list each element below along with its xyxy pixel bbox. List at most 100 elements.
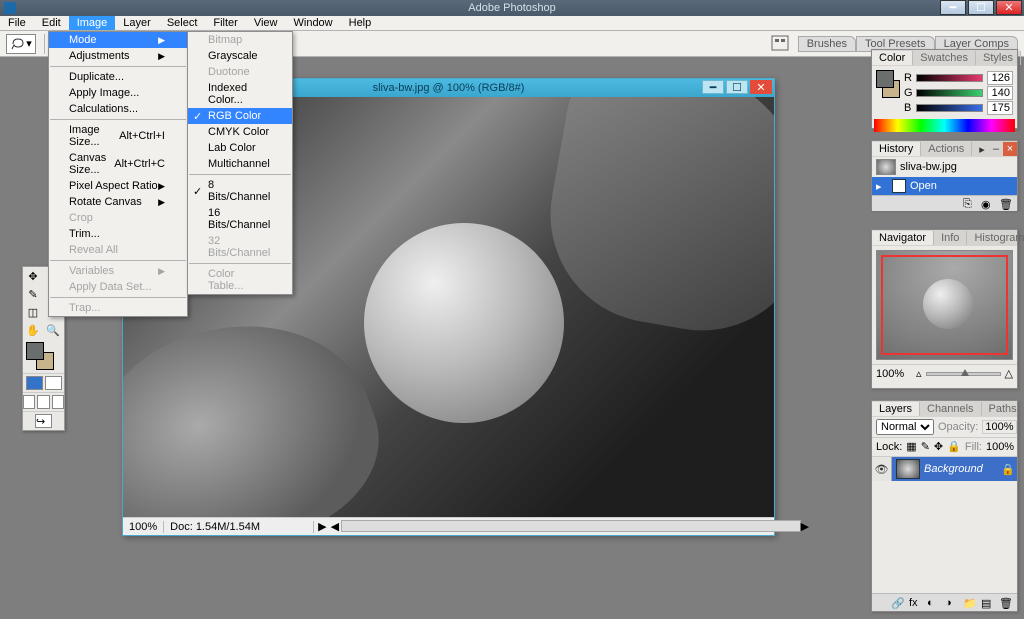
visibility-toggle[interactable]: 👁	[872, 457, 892, 481]
menu-item-rotate-canvas[interactable]: Rotate Canvas▶	[49, 194, 187, 210]
color-swatches[interactable]	[26, 342, 61, 370]
restore-button[interactable]: ☐	[968, 0, 994, 15]
b-value[interactable]: 175	[987, 101, 1013, 115]
minimize-button[interactable]: ━	[940, 0, 966, 15]
menu-item-adjustments[interactable]: Adjustments▶	[49, 48, 187, 64]
fg-swatch[interactable]	[876, 70, 894, 88]
zoom-tool[interactable]: 🔍	[43, 321, 63, 339]
r-slider[interactable]	[916, 74, 983, 82]
zoom-field[interactable]: 100%	[123, 521, 164, 533]
menu-item-canvas-size[interactable]: Canvas Size...Alt+Ctrl+C	[49, 150, 187, 178]
menu-image[interactable]: Image	[69, 16, 116, 30]
menu-item-pixel-aspect-ratio[interactable]: Pixel Aspect Ratio▶	[49, 178, 187, 194]
menu-item-calculations[interactable]: Calculations...	[49, 101, 187, 117]
layer-style-button[interactable]: fx	[909, 597, 923, 609]
tab-swatches[interactable]: Swatches	[913, 51, 976, 65]
quickmask-mode-button[interactable]	[45, 376, 62, 390]
menu-file[interactable]: File	[0, 16, 34, 30]
new-doc-from-state-button[interactable]: ⎘	[963, 198, 977, 210]
navigator-preview[interactable]	[876, 250, 1013, 360]
menu-layer[interactable]: Layer	[115, 16, 159, 30]
tab-info[interactable]: Info	[934, 231, 967, 245]
doc-close-button[interactable]: ✕	[750, 80, 772, 94]
menu-item-grayscale[interactable]: Grayscale	[188, 48, 292, 64]
new-layer-button[interactable]: ▤	[981, 597, 995, 609]
horizontal-scrollbar[interactable]: ◀▶	[331, 520, 809, 533]
tab-color[interactable]: Color	[872, 51, 913, 65]
menu-view[interactable]: View	[246, 16, 286, 30]
opacity-field[interactable]: 100%	[982, 420, 1016, 434]
standard-mode-button[interactable]	[26, 376, 43, 390]
menu-item-cmyk-color[interactable]: CMYK Color	[188, 124, 292, 140]
screen-standard-button[interactable]	[23, 395, 35, 409]
tab-paths[interactable]: Paths	[982, 402, 1024, 416]
menu-filter[interactable]: Filter	[205, 16, 245, 30]
link-layers-button[interactable]: 🔗	[891, 597, 905, 609]
menu-edit[interactable]: Edit	[34, 16, 69, 30]
tab-channels[interactable]: Channels	[920, 402, 981, 416]
doc-maximize-button[interactable]: ☐	[726, 80, 748, 94]
tool-preset-picker[interactable]: ▾	[6, 34, 36, 54]
menu-item-rgb-color[interactable]: ✓RGB Color	[188, 108, 292, 124]
g-slider[interactable]	[916, 89, 983, 97]
history-snapshot[interactable]: sliva-bw.jpg	[872, 157, 1017, 177]
lock-position-icon[interactable]: ✥	[934, 440, 943, 454]
delete-layer-button[interactable]: 🗑	[999, 597, 1013, 609]
group-button[interactable]: 📁	[963, 597, 977, 609]
menu-item-lab-color[interactable]: Lab Color	[188, 140, 292, 156]
tab-histogram[interactable]: Histogram	[967, 231, 1024, 245]
menu-item-duplicate[interactable]: Duplicate...	[49, 69, 187, 85]
palette-well-icon[interactable]	[770, 34, 792, 54]
jump-to-imageready-button[interactable]: ↪	[35, 414, 52, 428]
menu-item-multichannel[interactable]: Multichannel	[188, 156, 292, 172]
tab-styles[interactable]: Styles	[976, 51, 1021, 65]
tab-history[interactable]: History	[872, 142, 921, 156]
zoom-out-icon[interactable]: ▵	[916, 367, 922, 380]
tab-navigator[interactable]: Navigator	[872, 231, 934, 245]
doc-minimize-button[interactable]: ━	[702, 80, 724, 94]
adjustment-layer-button[interactable]: ◑	[945, 597, 959, 609]
menu-item-8-bits/channel[interactable]: ✓8 Bits/Channel	[188, 177, 292, 205]
menu-help[interactable]: Help	[341, 16, 380, 30]
zoom-in-icon[interactable]: △	[1005, 367, 1013, 380]
screen-full-button[interactable]	[52, 395, 64, 409]
menu-item-apply-image[interactable]: Apply Image...	[49, 85, 187, 101]
menu-item-indexed-color[interactable]: Indexed Color...	[188, 80, 292, 108]
menu-item-16-bits/channel[interactable]: 16 Bits/Channel	[188, 205, 292, 233]
menu-window[interactable]: Window	[286, 16, 341, 30]
lock-all-icon[interactable]: 🔒	[947, 440, 961, 454]
history-state[interactable]: ▸ Open	[872, 177, 1017, 195]
menu-item-trim[interactable]: Trim...	[49, 226, 187, 242]
menu-item-mode[interactable]: Mode▶	[49, 32, 187, 48]
new-snapshot-button[interactable]: ◉	[981, 198, 995, 210]
screen-full-menubar-button[interactable]	[37, 395, 49, 409]
crop-tool[interactable]: ◫	[23, 303, 43, 321]
tab-layers[interactable]: Layers	[872, 402, 920, 416]
docsize-label[interactable]: Doc: 1.54M/1.54M	[164, 521, 314, 533]
close-button[interactable]: ✕	[996, 0, 1022, 15]
b-slider[interactable]	[916, 104, 983, 112]
lock-transparent-icon[interactable]: ▦	[906, 440, 916, 454]
color-spectrum[interactable]	[874, 119, 1015, 132]
g-value[interactable]: 140	[987, 86, 1013, 100]
move-tool[interactable]: ✥	[23, 267, 43, 285]
foreground-color-swatch[interactable]	[26, 342, 44, 360]
r-value[interactable]: 126	[987, 71, 1013, 85]
layer-row[interactable]: 👁 Background 🔒	[872, 457, 1017, 481]
eyedropper-tool[interactable]: ✎	[23, 285, 43, 303]
menu-select[interactable]: Select	[159, 16, 206, 30]
trash-button[interactable]: 🗑	[999, 198, 1013, 210]
blend-mode-select[interactable]: Normal	[876, 419, 934, 435]
navigator-viewbox[interactable]	[881, 255, 1008, 355]
zoom-slider[interactable]	[926, 372, 1001, 376]
layer-mask-button[interactable]: ◐	[927, 597, 941, 609]
panel-menu-button[interactable]: ▸	[975, 142, 989, 156]
navigator-zoom-field[interactable]: 100%	[876, 368, 912, 380]
options-tab-brushes[interactable]: Brushes	[798, 36, 856, 52]
menu-item-image-size[interactable]: Image Size...Alt+Ctrl+I	[49, 122, 187, 150]
hand-tool[interactable]: ✋	[23, 321, 43, 339]
status-menu-button[interactable]: ▶	[314, 520, 330, 533]
tab-actions[interactable]: Actions	[921, 142, 972, 156]
lock-image-icon[interactable]: ✎	[921, 440, 930, 454]
panel-close-button[interactable]: ×	[1003, 142, 1017, 156]
